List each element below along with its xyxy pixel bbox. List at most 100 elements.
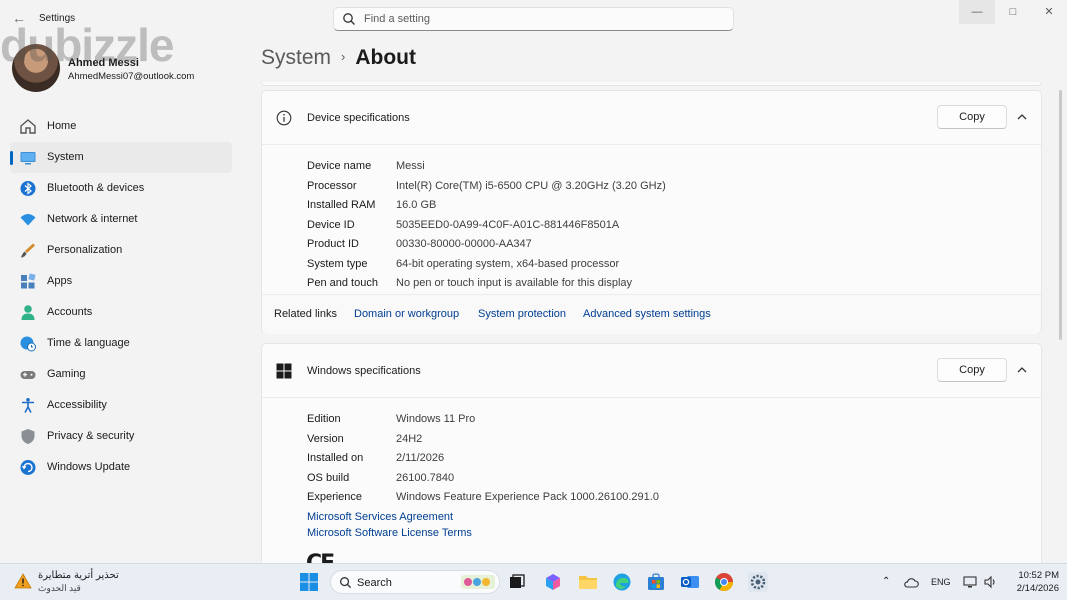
network-icon[interactable] xyxy=(963,575,977,589)
windows-logo-icon xyxy=(276,363,292,379)
sidebar-item-label: Personalization xyxy=(47,244,123,256)
update-icon xyxy=(20,460,36,475)
spec-value: No pen or touch input is available for t… xyxy=(396,277,633,289)
task-view-icon[interactable] xyxy=(507,572,527,592)
bluetooth-icon xyxy=(20,181,36,196)
outlook-icon[interactable] xyxy=(680,572,700,592)
chrome-icon[interactable] xyxy=(714,572,734,592)
windows-specs-title: Windows specifications xyxy=(307,365,421,377)
spec-value: 5035EED0-0A99-4C0F-A01C-881446F8501A xyxy=(396,219,620,231)
cloud-icon[interactable] xyxy=(903,575,919,589)
settings-search[interactable] xyxy=(333,7,734,31)
spec-label: System type xyxy=(307,258,368,270)
spec-value: 26100.7840 xyxy=(396,472,455,484)
search-icon xyxy=(343,13,355,25)
spec-label: Product ID xyxy=(307,238,359,250)
search-icon xyxy=(340,577,352,589)
main-content: Device specifications Copy Device name M… xyxy=(261,82,1042,563)
spec-value: Intel(R) Core(TM) i5-6500 CPU @ 3.20GHz … xyxy=(396,180,666,192)
copilot-icon[interactable] xyxy=(543,572,563,592)
volume-icon[interactable] xyxy=(983,575,997,589)
weather-warning-subtitle: قيد الحدوث xyxy=(38,583,81,593)
sidebar-item-time-language[interactable]: Time & language xyxy=(10,328,232,359)
link-system-protection[interactable]: System protection xyxy=(478,308,566,320)
spec-value: Windows Feature Experience Pack 1000.261… xyxy=(396,491,659,503)
sidebar-item-windows-update[interactable]: Windows Update xyxy=(10,452,232,483)
chevron-up-icon[interactable]: ⌃ xyxy=(882,576,890,587)
sidebar-item-network[interactable]: Network & internet xyxy=(10,204,232,235)
breadcrumb-separator: › xyxy=(341,49,346,64)
search-highlight-icon[interactable] xyxy=(460,573,496,591)
clock[interactable]: 10:52 PM 2/14/2026 xyxy=(1005,569,1059,595)
file-explorer-icon[interactable] xyxy=(578,572,598,592)
sidebar-item-home[interactable]: Home xyxy=(10,111,232,142)
spec-value: 64-bit operating system, x64-based proce… xyxy=(396,258,620,270)
sidebar-item-apps[interactable]: Apps xyxy=(10,266,232,297)
edge-icon[interactable] xyxy=(612,572,632,592)
clock-time: 10:52 PM xyxy=(1018,570,1059,581)
sidebar-item-label: Network & internet xyxy=(47,213,138,225)
spec-label: Device name xyxy=(307,160,372,172)
related-links-title: Related links xyxy=(274,308,337,320)
spec-label: OS build xyxy=(307,472,350,484)
link-advanced-system-settings[interactable]: Advanced system settings xyxy=(583,308,711,320)
link-microsoft-license-terms[interactable]: Microsoft Software License Terms xyxy=(307,527,472,539)
settings-gear-icon[interactable] xyxy=(748,572,768,592)
shield-icon xyxy=(21,429,35,444)
minimize-button[interactable]: — xyxy=(959,0,995,24)
avatar[interactable] xyxy=(12,44,60,92)
home-icon xyxy=(20,119,36,134)
link-domain-workgroup[interactable]: Domain or workgroup xyxy=(354,308,459,320)
breadcrumb-parent[interactable]: System xyxy=(261,46,331,69)
close-button[interactable]: ✕ xyxy=(1031,0,1067,24)
sidebar-item-system[interactable]: System xyxy=(10,142,232,173)
maximize-button[interactable]: □ xyxy=(995,0,1031,24)
sidebar-item-label: Bluetooth & devices xyxy=(47,182,145,194)
sidebar-item-personalization[interactable]: Personalization xyxy=(10,235,232,266)
spec-label: Installed on xyxy=(307,452,364,464)
device-specs-header[interactable]: Device specifications Copy xyxy=(262,91,1041,145)
previous-card-edge xyxy=(261,82,1042,86)
spec-value: 16.0 GB xyxy=(396,199,437,211)
spec-value: 00330-80000-00000-AA347 xyxy=(396,238,532,250)
copy-windows-specs-button[interactable]: Copy xyxy=(937,358,1007,382)
profile-email: AhmedMessi07@outlook.com xyxy=(68,71,195,82)
scrollbar[interactable] xyxy=(1059,90,1062,340)
sidebar-item-privacy[interactable]: Privacy & security xyxy=(10,421,232,452)
spec-label: Experience xyxy=(307,491,363,503)
spec-value: 2/11/2026 xyxy=(396,452,445,464)
sidebar-item-gaming[interactable]: Gaming xyxy=(10,359,232,390)
sidebar-item-accessibility[interactable]: Accessibility xyxy=(10,390,232,421)
language-indicator[interactable]: ENG xyxy=(931,577,951,587)
sidebar-nav: Home System Bluetooth & devices Network … xyxy=(10,111,232,483)
device-specs-card: Device specifications Copy Device name M… xyxy=(261,90,1042,334)
spec-value: 24H2 xyxy=(396,433,423,445)
back-arrow-icon[interactable]: ← xyxy=(8,8,30,28)
profile-name: Ahmed Messi xyxy=(68,57,139,69)
accounts-icon xyxy=(21,305,35,320)
link-microsoft-services-agreement[interactable]: Microsoft Services Agreement xyxy=(307,511,453,523)
search-input[interactable] xyxy=(364,11,724,27)
sidebar-item-label: Windows Update xyxy=(47,461,131,473)
spec-label: Device ID xyxy=(307,219,355,231)
taskbar: تحذير أترية متطايرة قيد الحدوث Search ⌃ … xyxy=(0,563,1067,600)
chevron-up-icon[interactable] xyxy=(1012,361,1032,379)
start-icon[interactable] xyxy=(299,572,319,592)
device-specs-title: Device specifications xyxy=(307,112,410,124)
sidebar-item-bluetooth[interactable]: Bluetooth & devices xyxy=(10,173,232,204)
related-links: Related links Domain or workgroup System… xyxy=(262,294,1041,334)
network-icon xyxy=(20,214,36,226)
brush-icon xyxy=(21,243,35,258)
sidebar-item-label: Gaming xyxy=(47,368,86,380)
spec-label: Edition xyxy=(307,413,341,425)
sidebar-item-accounts[interactable]: Accounts xyxy=(10,297,232,328)
copy-device-specs-button[interactable]: Copy xyxy=(937,105,1007,129)
windows-specs-header[interactable]: Windows specifications Copy xyxy=(262,344,1041,398)
sidebar-item-label: Accessibility xyxy=(47,399,107,411)
weather-warning-title[interactable]: تحذير أترية متطايرة xyxy=(38,570,119,581)
warning-icon[interactable] xyxy=(14,573,32,589)
chevron-up-icon[interactable] xyxy=(1012,108,1032,126)
sidebar-item-label: Privacy & security xyxy=(47,430,135,442)
breadcrumb: System › About xyxy=(261,46,416,70)
store-icon[interactable] xyxy=(646,572,666,592)
